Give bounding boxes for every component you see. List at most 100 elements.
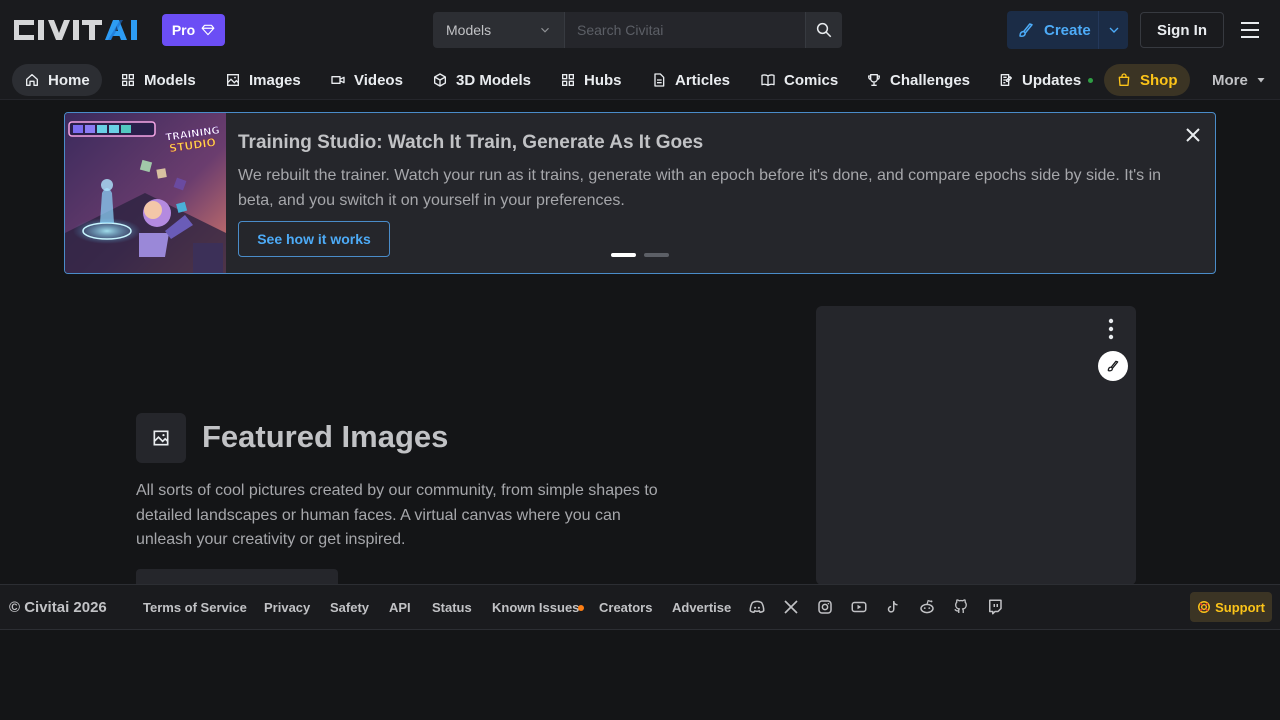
- nav-item-articles[interactable]: Articles: [639, 64, 742, 96]
- create-button-group: Create: [1007, 11, 1128, 49]
- nav-item-comics[interactable]: Comics: [748, 64, 850, 96]
- footer-link-status[interactable]: Status: [432, 600, 472, 615]
- see-how-it-works-button[interactable]: See how it works: [238, 221, 390, 257]
- ad-menu-button[interactable]: [1103, 317, 1119, 341]
- search-bar: Models /: [433, 12, 842, 48]
- civitai-logo[interactable]: [12, 16, 150, 44]
- nav-item-shop[interactable]: Shop: [1104, 64, 1190, 96]
- lifebuoy-icon: [1198, 601, 1211, 613]
- featured-images-description: All sorts of cool pictures created by ou…: [136, 482, 658, 548]
- nav-item-models[interactable]: Models: [108, 64, 208, 96]
- header: Pro Models / Create: [0, 0, 1280, 60]
- grid-icon: [122, 74, 134, 86]
- grid-icon: [562, 74, 574, 86]
- file-icon: [654, 73, 665, 87]
- search-scope-value: Models: [446, 22, 492, 38]
- chevron-down-icon: [1109, 27, 1118, 33]
- nav-item-label: Hubs: [584, 71, 622, 89]
- create-dropdown-toggle[interactable]: [1098, 11, 1128, 49]
- featured-explore-button[interactable]: [136, 569, 338, 585]
- nav-item-label: Shop: [1140, 71, 1178, 89]
- training-studio-illustration: TRAINING STUDIO: [65, 113, 226, 273]
- cube-icon: [434, 73, 446, 87]
- support-label: Support: [1215, 599, 1265, 615]
- video-icon: [331, 76, 345, 84]
- diamond-icon: [201, 24, 215, 36]
- nav-more-button[interactable]: More: [1212, 64, 1267, 96]
- footer-link-creators[interactable]: Creators: [599, 600, 652, 615]
- twitch-icon[interactable]: [986, 598, 1004, 616]
- nav-item-label: Articles: [675, 71, 731, 89]
- copyright: © Civitai 2026: [9, 599, 107, 616]
- banner-title: Training Studio: Watch It Train, Generat…: [238, 132, 704, 153]
- photo-icon: [227, 74, 239, 86]
- civitai-logo-mark: [14, 20, 137, 40]
- footer-link-advertise[interactable]: Advertise: [672, 600, 731, 615]
- search-input[interactable]: [564, 12, 805, 48]
- nav-item-updates[interactable]: Updates: [986, 64, 1105, 96]
- nav-item-label: Updates: [1022, 71, 1082, 89]
- pagination-dot-2[interactable]: [644, 253, 669, 257]
- pagination-dot-1[interactable]: [611, 253, 636, 257]
- youtube-icon[interactable]: [850, 598, 868, 616]
- book-icon: [761, 74, 775, 86]
- sign-in-button[interactable]: Sign In: [1140, 12, 1224, 48]
- nav-item-challenges[interactable]: Challenges: [854, 64, 982, 96]
- footer-link-safety[interactable]: Safety: [330, 600, 369, 615]
- discord-icon[interactable]: [748, 598, 766, 616]
- search-button[interactable]: [805, 12, 842, 48]
- updates-indicator-dot: [1088, 77, 1094, 83]
- tiktok-icon[interactable]: [884, 598, 902, 616]
- banner-pagination: [611, 253, 669, 257]
- instagram-icon[interactable]: [816, 598, 834, 616]
- reddit-icon[interactable]: [918, 598, 936, 616]
- hamburger-icon: [1241, 22, 1259, 38]
- nav-item-label: Comics: [784, 71, 839, 89]
- nav-item-label: 3D Models: [456, 71, 532, 89]
- nav-item-3d-models[interactable]: 3D Models: [420, 64, 543, 96]
- search-scope-select[interactable]: Models: [433, 12, 564, 48]
- github-icon[interactable]: [952, 598, 970, 616]
- footer-link-known-issues[interactable]: Known Issues: [492, 600, 579, 615]
- nav-item-home[interactable]: Home: [12, 64, 102, 96]
- nav-item-label: Models: [144, 71, 196, 89]
- pro-badge[interactable]: Pro: [162, 14, 225, 46]
- create-button[interactable]: Create: [1007, 11, 1098, 49]
- nav-item-label: Challenges: [890, 71, 971, 89]
- nav-more-label: More: [1212, 71, 1248, 89]
- search-icon: [816, 22, 832, 38]
- nav-item-label: Home: [48, 71, 90, 89]
- ad-card: [816, 306, 1136, 585]
- ad-boost-button[interactable]: [1098, 351, 1128, 381]
- notes-icon: [1000, 74, 1012, 86]
- support-button[interactable]: Support: [1190, 592, 1272, 622]
- pro-label: Pro: [171, 22, 196, 38]
- nav-item-videos[interactable]: Videos: [318, 64, 415, 96]
- announcement-banner: TRAINING STUDIO Training Studio: Watch I…: [64, 112, 1216, 274]
- known-issues-indicator-dot: [578, 605, 584, 611]
- caret-down-icon: [1257, 78, 1265, 83]
- brush-icon: [1019, 23, 1033, 37]
- featured-images-icon-tile: [136, 413, 186, 463]
- trophy-icon: [868, 74, 880, 86]
- photo-icon: [153, 430, 169, 446]
- menu-button[interactable]: [1238, 19, 1262, 41]
- banner-close-button[interactable]: [1185, 127, 1201, 143]
- create-label: Create: [1044, 21, 1091, 39]
- kebab-menu-icon: [1108, 318, 1114, 340]
- footer-link-privacy[interactable]: Privacy: [264, 600, 310, 615]
- nav-item-images[interactable]: Images: [213, 64, 313, 96]
- nav-item-hubs[interactable]: Hubs: [548, 64, 634, 96]
- main-nav: Home Models Images Videos 3D Models Hubs…: [0, 60, 1280, 100]
- close-icon: [1186, 128, 1200, 142]
- footer: © Civitai 2026 Terms of Service Privacy …: [0, 584, 1280, 630]
- featured-images-title: Featured Images: [202, 419, 449, 454]
- footer-link-terms[interactable]: Terms of Service: [143, 600, 247, 615]
- nav-item-label: Videos: [354, 71, 403, 89]
- footer-link-api[interactable]: API: [389, 600, 411, 615]
- nav-item-label: Images: [249, 71, 301, 89]
- banner-description: We rebuilt the trainer. Watch your run a…: [238, 167, 1162, 209]
- home-icon: [26, 74, 38, 86]
- x-icon[interactable]: [782, 598, 800, 616]
- brush-icon: [1107, 360, 1119, 372]
